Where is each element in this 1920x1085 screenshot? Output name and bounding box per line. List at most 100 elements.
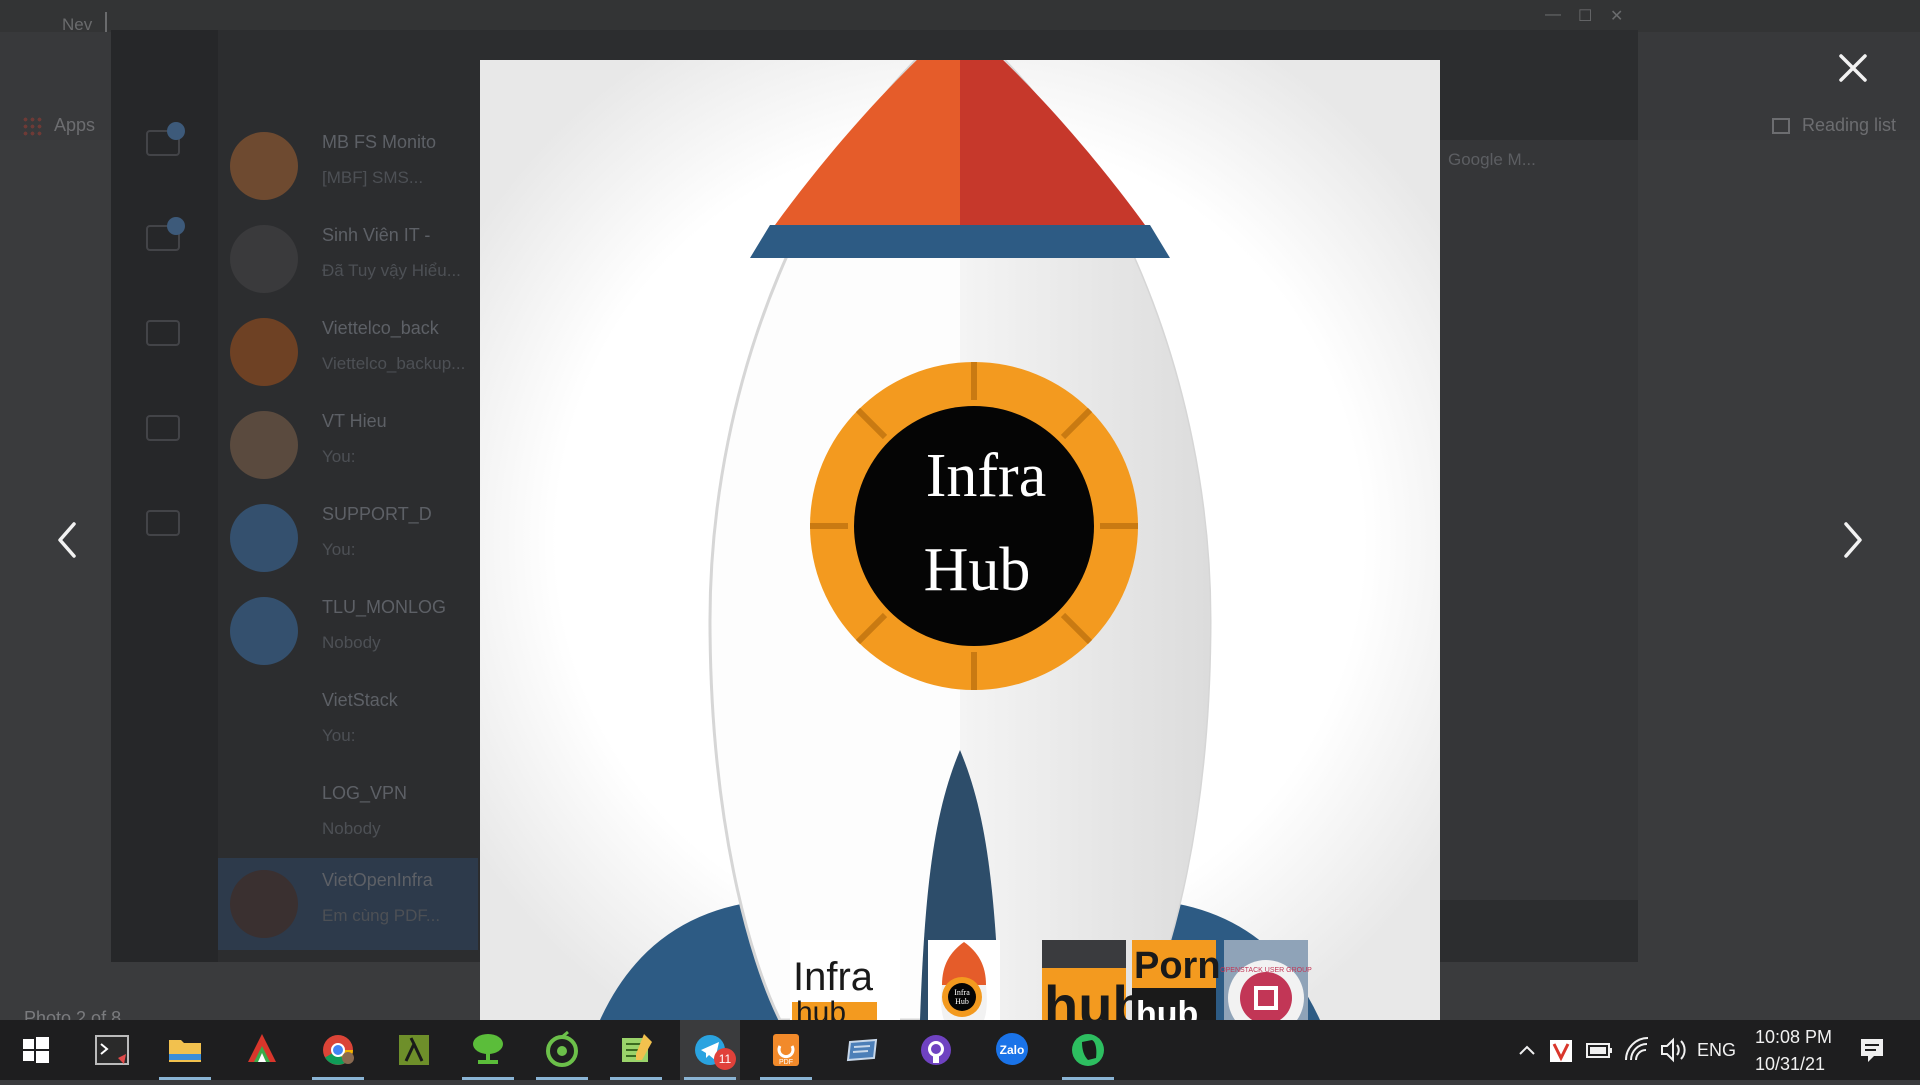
previous-photo-button[interactable] [52, 518, 82, 562]
chat-name: VT Hieu [322, 411, 387, 431]
tray-overflow[interactable] [1512, 1020, 1542, 1080]
strip-hub-text: hub [1044, 974, 1147, 1020]
logo-strip: Infra hub Infra Hub hub Porn hub OPENSTA… [790, 940, 1312, 1020]
strip-porn-hub-text: hub [1136, 995, 1198, 1020]
taskbar-foxit[interactable] [232, 1020, 292, 1080]
github-icon [921, 1035, 951, 1065]
start-button[interactable] [5, 1020, 65, 1080]
chat-panel [1440, 140, 1638, 900]
chat-item[interactable]: VT Hieu You: [218, 399, 478, 491]
wifi-icon [1625, 1037, 1649, 1061]
chevron-right-icon [1844, 522, 1862, 558]
strip-infra-text: Infra [793, 955, 874, 999]
reading-list[interactable]: Reading list [1772, 115, 1896, 136]
close-viewer-button[interactable] [1833, 48, 1873, 88]
taskbar: 11 PDF Zalo ENG 10:08 PM 10/31/21 [0, 1020, 1920, 1080]
avatar [230, 225, 298, 293]
close-window-icon[interactable]: ✕ [1610, 6, 1623, 26]
taskbar-zalo[interactable]: Zalo [982, 1020, 1042, 1080]
taskbar-remote[interactable] [832, 1020, 892, 1080]
chat-preview: Đã Tuy vậy Hiểu... [322, 261, 461, 280]
tray-wifi[interactable] [1620, 1020, 1654, 1080]
chat-preview: Nobody [322, 819, 381, 838]
folder-edit[interactable] [143, 510, 183, 546]
openstack-text: OPENSTACK USER GROUP [1220, 967, 1312, 974]
telegram-badge: 11 [714, 1048, 736, 1070]
nose-band [750, 225, 1170, 258]
chat-preview: Nobody [322, 633, 381, 652]
apps-grid-icon [22, 116, 42, 137]
evernote-icon [1072, 1034, 1104, 1066]
chat-preview: You: [322, 726, 356, 745]
minimize-icon[interactable]: — [1545, 6, 1561, 24]
rocket-illustration: Infra Hub Infra hub Infra Hub hub Porn h… [480, 60, 1440, 1020]
taskbar-telegram[interactable]: 11 [680, 1020, 740, 1080]
chat-item-selected[interactable]: VietOpenInfra Em cùng PDF... [218, 858, 478, 950]
chevron-left-icon [58, 522, 76, 558]
chat-item[interactable]: Sinh Viên IT - Đã Tuy vậy Hiểu... [218, 213, 478, 305]
chat-preview: Viettelco_backup... [322, 354, 466, 373]
file-explorer-icon [169, 1040, 201, 1062]
clock-date[interactable]: 10/31/21 [1755, 1054, 1825, 1075]
folder-icon [146, 320, 180, 346]
folder-groups[interactable] [143, 415, 183, 451]
taskbar-github[interactable] [906, 1020, 966, 1080]
taskbar-pdf-gear[interactable]: PDF [756, 1020, 816, 1080]
avatar [230, 597, 298, 665]
zalo-icon: Zalo [996, 1033, 1028, 1065]
chat-list: MB FS Monito [MBF] SMS... Sinh Viên IT - Đ… [218, 120, 478, 950]
chat-item[interactable]: SUPPORT_D You: [218, 492, 478, 584]
maximize-icon[interactable]: ☐ [1578, 6, 1592, 26]
language-indicator[interactable]: ENG [1697, 1040, 1736, 1061]
chrome-icon [323, 1035, 354, 1065]
chat-item[interactable]: Viettelco_back Viettelco_backup... [218, 306, 478, 398]
chat-name: LOG_VPN [322, 783, 408, 803]
unread-badge [167, 122, 185, 140]
avatar [230, 870, 298, 938]
taskbar-notepad[interactable] [606, 1020, 666, 1080]
taskbar-evernote[interactable] [1058, 1020, 1118, 1080]
tab-divider [105, 12, 107, 32]
mini-badge-text-1: Infra [954, 988, 970, 997]
action-center-button[interactable] [1852, 1020, 1892, 1080]
folder-work[interactable] [143, 320, 183, 356]
strip-porn-text: Porn [1134, 945, 1221, 987]
taskbar-network[interactable] [458, 1020, 518, 1080]
chat-preview: [MBF] SMS... [322, 168, 424, 187]
reading-list-label: Reading list [1802, 115, 1897, 135]
avatar [230, 411, 298, 479]
zalo-label: Zalo [1000, 1043, 1025, 1057]
taskbar-terminal[interactable] [82, 1020, 142, 1080]
taskbar-lambda[interactable] [384, 1020, 444, 1080]
chat-name: Sinh Viên IT - [322, 225, 431, 245]
notification-icon [1861, 1039, 1883, 1062]
taskbar-file-explorer[interactable] [155, 1020, 215, 1080]
chat-name: Viettelco_back [322, 318, 439, 338]
network-icon [473, 1034, 503, 1064]
chat-name: TLU_MONLOG [322, 597, 447, 617]
start-icon [23, 1037, 49, 1063]
right-snippet: Google M... [1448, 150, 1536, 169]
chat-item[interactable]: VietStack You: [218, 678, 478, 770]
tray-vivaldi[interactable] [1545, 1020, 1577, 1080]
taskbar-chrome[interactable] [308, 1020, 368, 1080]
folder-all-chats[interactable] [143, 122, 185, 166]
chat-item[interactable]: LOG_VPN Nobody [218, 771, 478, 863]
next-photo-button[interactable] [1838, 518, 1868, 562]
taskbar-coccoc[interactable] [532, 1020, 592, 1080]
folder-personal[interactable] [143, 217, 185, 261]
chat-name: VietOpenInfra [322, 870, 433, 890]
tray-battery[interactable] [1582, 1020, 1616, 1080]
chat-item[interactable]: TLU_MONLOG Nobody [218, 585, 478, 677]
badge-text-infra: Infra [926, 442, 1046, 510]
window-titlebar: Nev — ☐ ✕ [0, 0, 1920, 34]
chat-item[interactable]: MB FS Monito [MBF] SMS... [218, 120, 478, 212]
unread-badge [167, 217, 185, 235]
clock-time[interactable]: 10:08 PM [1755, 1027, 1832, 1048]
chat-preview: Em cùng PDF... [322, 906, 441, 925]
sliders-icon [146, 510, 180, 536]
vivaldi-icon [1550, 1040, 1572, 1062]
tray-volume[interactable] [1656, 1020, 1690, 1080]
chat-preview: You: [322, 540, 356, 559]
apps-bookmark[interactable]: Apps [22, 115, 95, 137]
